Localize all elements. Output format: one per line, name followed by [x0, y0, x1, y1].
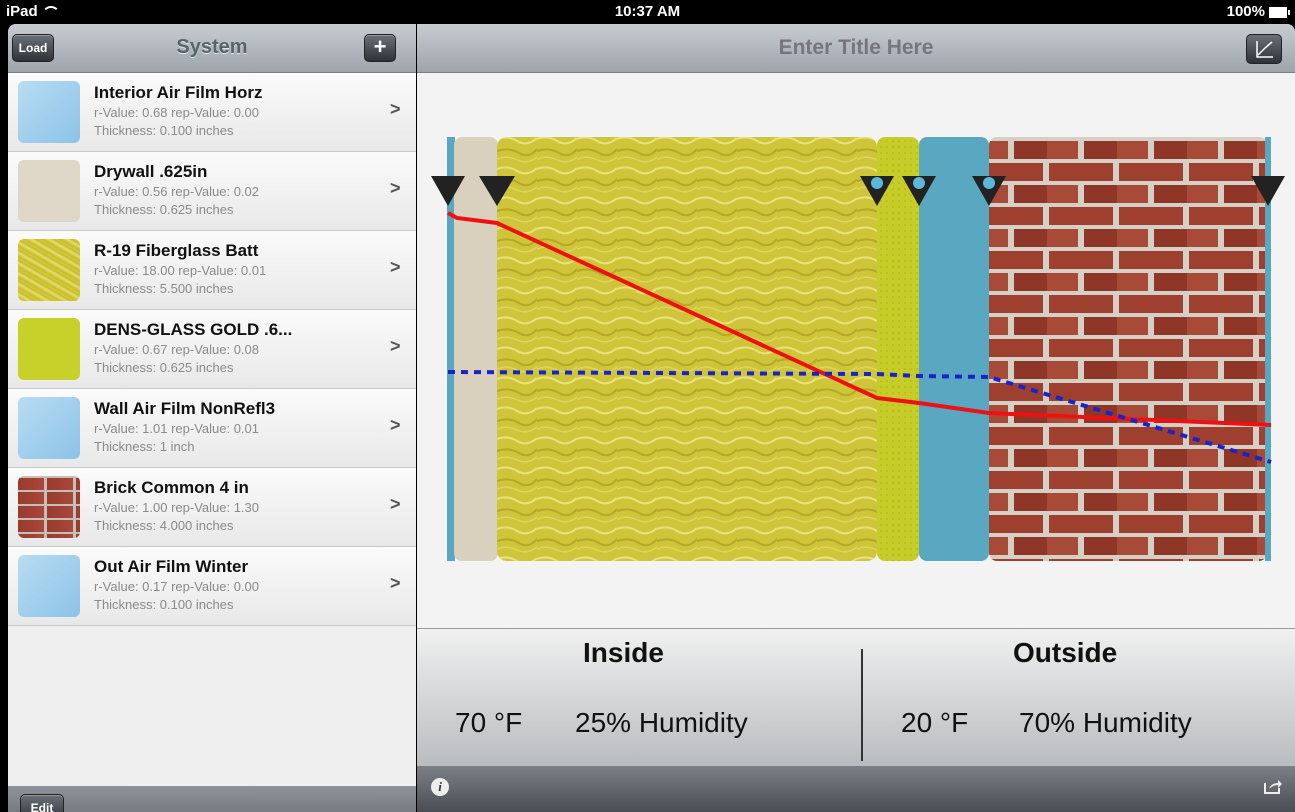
- conditions-panel[interactable]: Inside 70 °F 25% Humidity Outside 20 °F …: [417, 628, 1295, 767]
- layer-thickness: Thickness: 0.100 inches: [94, 597, 234, 612]
- chevron-right-icon: >: [390, 99, 401, 119]
- layer-swatch: [18, 555, 80, 617]
- inside-humidity: 25% Humidity: [575, 707, 748, 738]
- layer-brick: [989, 137, 1267, 561]
- layer-values: r-Value: 0.68 rep-Value: 0.00: [94, 105, 260, 120]
- layer-values: r-Value: 18.00 rep-Value: 0.01: [94, 263, 267, 278]
- layer-name: DENS-GLASS GOLD .6...: [94, 320, 293, 339]
- status-time: 10:37 AM: [614, 3, 681, 20]
- layer-name: Wall Air Film NonRefl3: [94, 399, 276, 418]
- inside-label: Inside: [583, 637, 664, 668]
- edit-button[interactable]: Edit: [20, 794, 64, 812]
- system-navbar: Load System +: [8, 24, 416, 73]
- layer-values: r-Value: 0.67 rep-Value: 0.08: [94, 342, 260, 357]
- layer-values: r-Value: 1.01 rep-Value: 0.01: [94, 421, 260, 436]
- chevron-right-icon: >: [390, 257, 401, 277]
- main-toolbar: i: [417, 766, 1295, 812]
- layer-swatch: [18, 476, 80, 538]
- outside-humidity: 70% Humidity: [1019, 707, 1192, 738]
- layer-thickness: Thickness: 5.500 inches: [94, 281, 234, 296]
- chevron-right-icon: >: [390, 415, 401, 435]
- layer-thickness: Thickness: 0.625 inches: [94, 202, 234, 217]
- outside-label: Outside: [1013, 637, 1118, 668]
- layer-drywall: [454, 137, 498, 561]
- layer-row[interactable]: Interior Air Film Horz r-Value: 0.68 rep…: [8, 73, 416, 152]
- add-layer-button[interactable]: +: [364, 34, 396, 62]
- layer-values: r-Value: 0.56 rep-Value: 0.02: [94, 184, 260, 199]
- chevron-right-icon: >: [390, 336, 401, 356]
- chevron-right-icon: >: [390, 178, 401, 198]
- chevron-right-icon: >: [390, 494, 401, 514]
- layer-thickness: Thickness: 1 inch: [94, 439, 195, 454]
- battery-label: 100%: [1226, 3, 1265, 20]
- layer-densglass: [877, 137, 919, 561]
- layer-swatch: [18, 397, 80, 459]
- layer-row[interactable]: DENS-GLASS GOLD .6... r-Value: 0.67 rep-…: [8, 310, 416, 389]
- layer-name: Drywall .625in: [94, 162, 208, 181]
- layer-swatch: [18, 81, 80, 143]
- battery-icon: [1269, 6, 1290, 18]
- layer-row[interactable]: Brick Common 4 in r-Value: 1.00 rep-Valu…: [8, 468, 416, 547]
- system-panel: Load System + Interior Air Film Horz r-V…: [8, 24, 416, 812]
- wall-title[interactable]: Enter Title Here: [417, 36, 1295, 60]
- layer-row[interactable]: R-19 Fiberglass Batt r-Value: 18.00 rep-…: [8, 231, 416, 310]
- main-panel: Enter Title Here Inside 70 °F 25% Humidi…: [417, 24, 1295, 812]
- layer-fiberglass: [497, 137, 877, 561]
- main-navbar: Enter Title Here: [417, 24, 1295, 73]
- system-title: System: [176, 36, 248, 58]
- layer-row[interactable]: Drywall .625in r-Value: 0.56 rep-Value: …: [8, 152, 416, 231]
- inside-temp: 70 °F: [455, 707, 523, 738]
- warning-icon: [871, 177, 883, 189]
- layer-values: r-Value: 1.00 rep-Value: 1.30: [94, 500, 260, 515]
- outside-temp: 20 °F: [901, 707, 969, 738]
- layer-row[interactable]: Out Air Film Winter r-Value: 0.17 rep-Va…: [8, 547, 416, 626]
- layer-swatch: [18, 318, 80, 380]
- layer-name: Out Air Film Winter: [94, 557, 249, 576]
- line-chart-button[interactable]: [1246, 34, 1282, 64]
- system-toolbar: Edit: [8, 786, 416, 812]
- layer-swatch: [18, 160, 80, 222]
- layer-name: R-19 Fiberglass Batt: [94, 241, 259, 260]
- warning-icon: [913, 177, 925, 189]
- wall-section-canvas: [417, 73, 1295, 628]
- status-battery: 100%: [1226, 3, 1290, 20]
- layer-thickness: Thickness: 0.100 inches: [94, 123, 234, 138]
- info-icon[interactable]: i: [431, 778, 449, 796]
- chevron-right-icon: >: [390, 573, 401, 593]
- layer-name: Brick Common 4 in: [94, 478, 249, 497]
- layer-list: Interior Air Film Horz r-Value: 0.68 rep…: [8, 73, 416, 626]
- layer-name: Interior Air Film Horz: [94, 83, 263, 102]
- layer-swatch: [18, 239, 80, 301]
- line-chart-icon: [1256, 41, 1273, 58]
- wall-section-diagram: [431, 137, 1285, 561]
- layer-wall-air: [919, 137, 989, 561]
- layer-row[interactable]: Wall Air Film NonRefl3 r-Value: 1.01 rep…: [8, 389, 416, 468]
- status-bar: iPad 10:37 AM 100%: [0, 0, 1295, 24]
- divider: [861, 649, 863, 761]
- layer-values: r-Value: 0.17 rep-Value: 0.00: [94, 579, 260, 594]
- share-icon[interactable]: [1263, 778, 1283, 794]
- warning-icon: [983, 177, 995, 189]
- layer-thickness: Thickness: 0.625 inches: [94, 360, 234, 375]
- layer-thickness: Thickness: 4.000 inches: [94, 518, 234, 533]
